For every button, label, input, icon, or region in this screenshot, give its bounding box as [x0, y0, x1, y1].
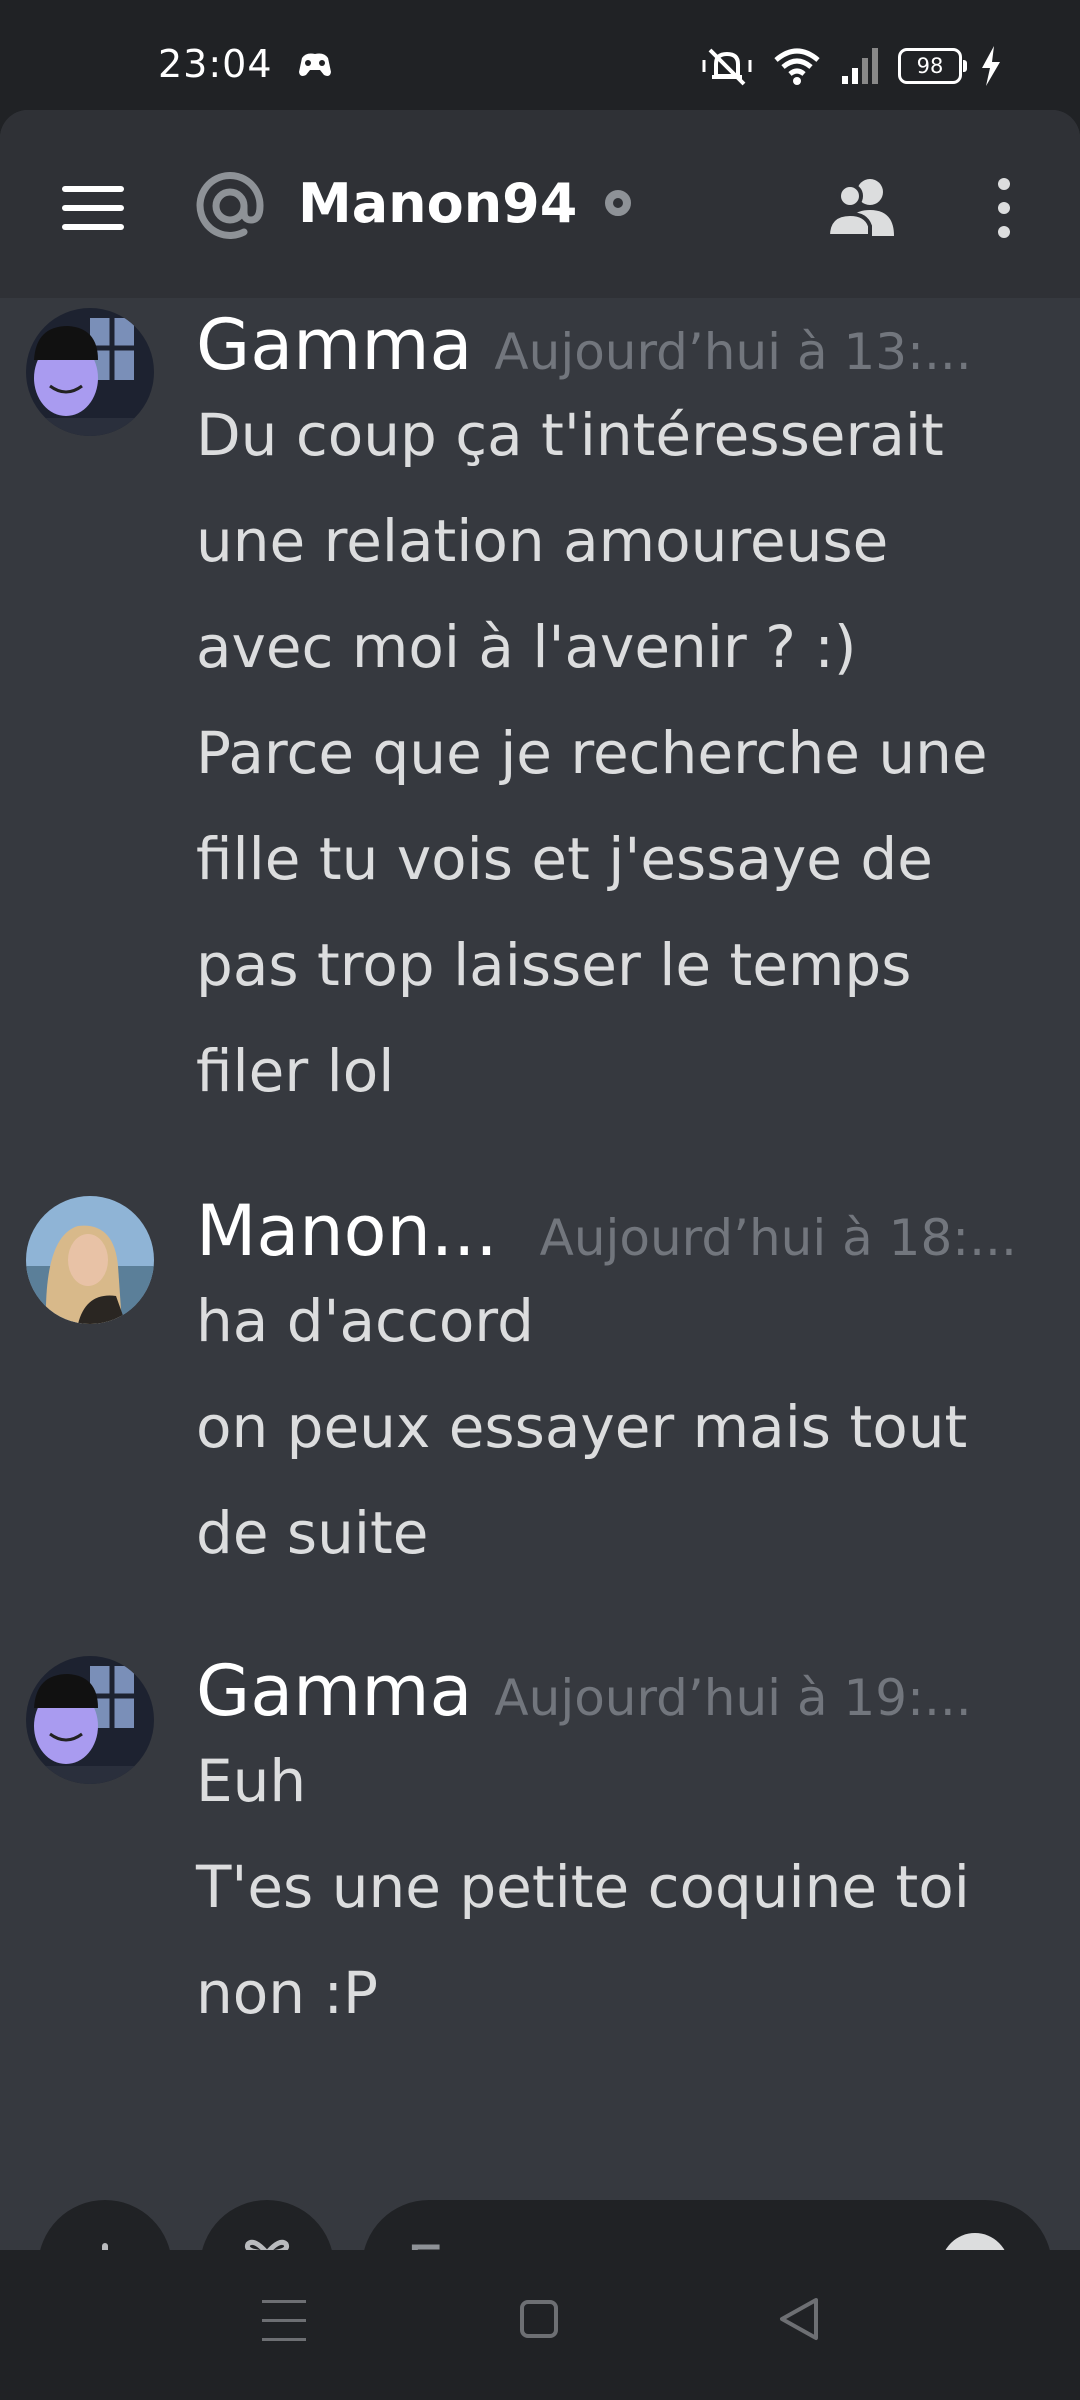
message-line: une relation amoureuse: [196, 507, 889, 575]
message-line: pas trop laisser le temps: [196, 931, 912, 999]
message-header: Gamma Aujourd’hui à 13:...: [196, 304, 972, 386]
message-input[interactable]: [404, 2230, 928, 2250]
author-name[interactable]: Gamma: [196, 304, 472, 386]
status-bar: 23:04 98: [0, 0, 1080, 110]
home-icon[interactable]: [520, 2300, 558, 2338]
message-line: on peux essayer mais tout: [196, 1393, 968, 1461]
message-line: Du coup ça t'intéresserait: [196, 401, 944, 469]
status-icons: 98: [700, 44, 1002, 88]
timestamp: Aujourd’hui à 19:...: [494, 1669, 972, 1727]
gift-button[interactable]: [200, 2200, 334, 2250]
more-icon[interactable]: [994, 178, 1014, 242]
message-line: avec moi à l'avenir ? :): [196, 613, 857, 681]
gift-icon: [244, 2239, 290, 2250]
message-line: fille tu vois et j'essaye de: [196, 825, 933, 893]
battery-icon: 98: [898, 48, 967, 84]
channel-header: Manon94: [0, 110, 1080, 298]
dm-screen: Manon94 Gamma Aujourd’hui à 13:... Du co…: [0, 110, 1080, 2250]
message-content: Euh T'es une petite coquine toi non :P: [196, 1728, 1056, 2046]
game-controller-icon: [299, 53, 331, 76]
author-name[interactable]: Manon...: [196, 1190, 498, 1272]
message-input-container: [362, 2200, 1052, 2250]
menu-icon[interactable]: [62, 186, 124, 230]
charging-icon: [982, 46, 1000, 86]
members-icon[interactable]: [826, 174, 898, 238]
channel-title[interactable]: Manon94: [298, 172, 577, 235]
message-line: T'es une petite coquine toi: [196, 1853, 970, 1921]
avatar[interactable]: [26, 1196, 154, 1324]
avatar-manon-image: [26, 1196, 154, 1324]
emoji-icon[interactable]: [938, 2230, 1012, 2250]
system-navigation-bar: [0, 2250, 1080, 2400]
message-line: Parce que je recherche une: [196, 719, 988, 787]
vibrate-mute-icon: [702, 48, 752, 86]
message-content: Du coup ça t'intéresserait une relation …: [196, 382, 1056, 1124]
wifi-icon: [774, 48, 820, 85]
message-line: de suite: [196, 1499, 429, 1567]
avatar[interactable]: [26, 308, 154, 436]
message-header: Manon... Aujourd’hui à 18:...: [196, 1190, 1017, 1272]
avatar-gamma-image: [26, 308, 154, 436]
back-icon[interactable]: [776, 2296, 820, 2342]
message-line: Euh: [196, 1747, 307, 1815]
timestamp: Aujourd’hui à 13:...: [494, 323, 972, 381]
plus-icon: [102, 2243, 108, 2250]
battery-level: 98: [916, 54, 944, 78]
message-header: Gamma Aujourd’hui à 19:...: [196, 1650, 972, 1732]
author-name[interactable]: Gamma: [196, 1650, 472, 1732]
status-dot-icon: [605, 190, 631, 216]
message-line: ha d'accord: [196, 1287, 534, 1355]
status-time: 23:04: [158, 42, 273, 86]
signal-icon: [842, 48, 878, 84]
timestamp: Aujourd’hui à 18:...: [539, 1209, 1017, 1267]
add-attachment-button[interactable]: [38, 2200, 172, 2250]
at-icon: [196, 172, 264, 239]
message-line: filer lol: [196, 1037, 395, 1105]
message-line: non :P: [196, 1959, 378, 2027]
message-content: ha d'accord on peux essayer mais tout de…: [196, 1268, 1056, 1586]
recent-apps-icon[interactable]: [262, 2300, 306, 2342]
avatar[interactable]: [26, 1656, 154, 1784]
avatar-gamma-image: [26, 1656, 154, 1784]
message-composer: [0, 2200, 1080, 2250]
